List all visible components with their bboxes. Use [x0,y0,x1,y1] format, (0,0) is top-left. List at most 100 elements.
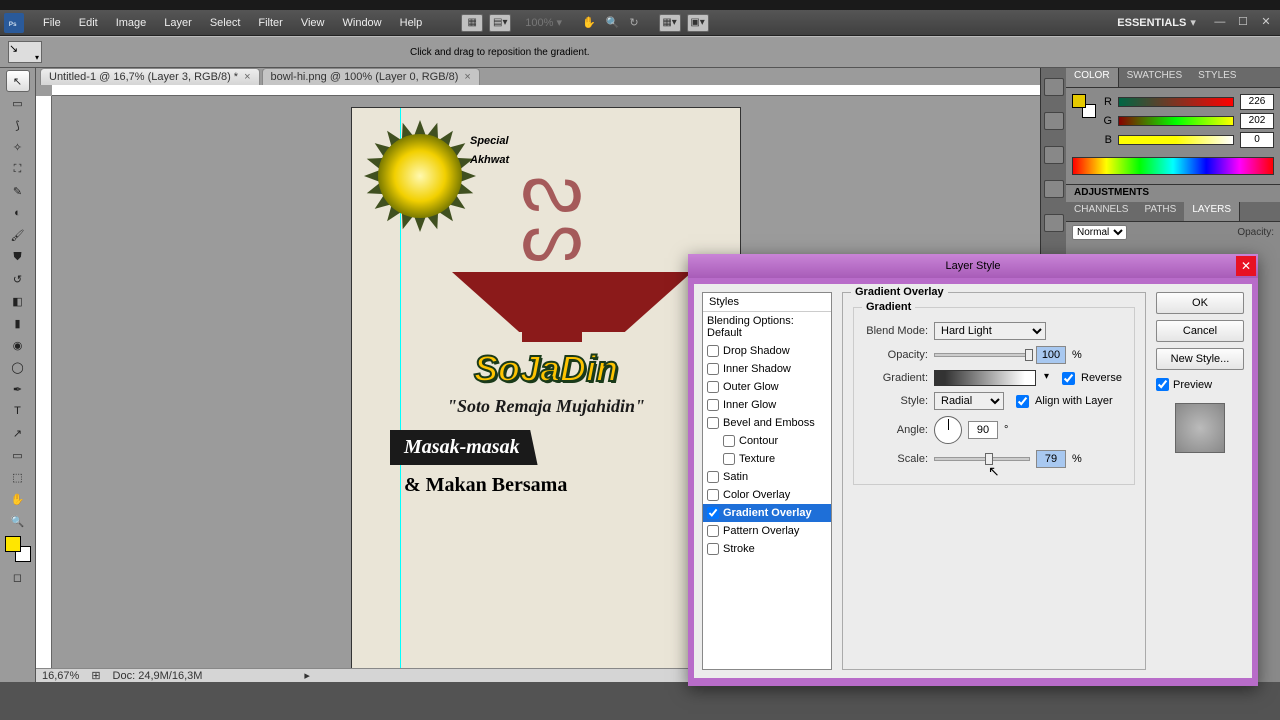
heal-tool[interactable]: ◐ [6,202,30,224]
scale-field[interactable] [1036,450,1066,468]
canvas[interactable]: SpecialAkhwat ᔓᔕ SoJaDin "Soto Remaja Mu… [352,108,740,668]
blur-tool[interactable]: ◉ [6,334,30,356]
eraser-tool[interactable]: ◧ [6,290,30,312]
options-icon-2[interactable]: ▤▾ [489,14,511,32]
document-tab-2[interactable]: bowl-hi.png @ 100% (Layer 0, RGB/8)× [262,68,480,85]
dock-icon[interactable] [1044,78,1064,96]
wand-tool[interactable]: ✧ [6,136,30,158]
blend-mode-select[interactable]: Hard Light [934,322,1046,340]
row-gradient-overlay[interactable]: Gradient Overlay [703,504,831,522]
dock-icon[interactable] [1044,180,1064,198]
path-tool[interactable]: ↗ [6,422,30,444]
crop-tool[interactable]: ⛶ [6,158,30,180]
color-panel: R226 G202 B0 [1066,88,1280,184]
value-r[interactable]: 226 [1240,94,1274,110]
tab-channels[interactable]: CHANNELS [1066,202,1136,221]
value-b[interactable]: 0 [1240,132,1274,148]
row-bevel[interactable]: Bevel and Emboss [703,414,831,432]
tab-styles[interactable]: STYLES [1190,68,1244,87]
pen-tool[interactable]: ✒ [6,378,30,400]
close-icon[interactable]: × [244,71,250,83]
menu-filter[interactable]: Filter [249,17,291,29]
3d-tool[interactable]: ⬚ [6,466,30,488]
menu-window[interactable]: Window [334,17,391,29]
shape-tool[interactable]: ▭ [6,444,30,466]
row-outer-glow[interactable]: Outer Glow [703,378,831,396]
value-g[interactable]: 202 [1240,113,1274,129]
screen-mode-icon[interactable]: ▣▾ [687,14,709,32]
minimize-button[interactable]: — [1213,16,1227,30]
lasso-tool[interactable]: ⟆ [6,114,30,136]
dock-icon[interactable] [1044,112,1064,130]
zoom-tool[interactable]: 🔍 [6,510,30,532]
menu-view[interactable]: View [292,17,334,29]
close-button[interactable]: ✕ [1259,15,1273,29]
adjustments-header[interactable]: ADJUSTMENTS [1066,184,1280,202]
history-brush[interactable]: ↺ [6,268,30,290]
slider-b[interactable] [1118,135,1234,145]
stamp-tool[interactable]: ⛊ [6,246,30,268]
align-checkbox[interactable] [1016,395,1029,408]
row-stroke[interactable]: Stroke [703,540,831,558]
hand-tool[interactable]: ✋ [6,488,30,510]
ok-button[interactable]: OK [1156,292,1244,314]
slider-g[interactable] [1118,116,1234,126]
row-inner-shadow[interactable]: Inner Shadow [703,360,831,378]
tab-paths[interactable]: PATHS [1136,202,1184,221]
tab-swatches[interactable]: SWATCHES [1119,68,1191,87]
dock-icon[interactable] [1044,214,1064,232]
reverse-checkbox[interactable] [1062,372,1075,385]
tab-layers[interactable]: LAYERS [1184,202,1240,221]
maximize-button[interactable]: ☐ [1236,15,1250,29]
quickmask-icon[interactable]: ◻ [6,566,30,588]
angle-dial[interactable] [934,416,962,444]
close-icon[interactable]: × [464,71,470,83]
workspace-switcher[interactable]: ESSENTIALS [1117,17,1186,29]
menu-edit[interactable]: Edit [70,17,107,29]
slider-r[interactable] [1118,97,1234,107]
zoom-level[interactable]: 16,67% [42,670,79,682]
row-texture[interactable]: Texture [703,450,831,468]
dock-icon[interactable] [1044,146,1064,164]
blend-mode-select[interactable]: Normal [1072,225,1127,240]
doc-info: Doc: 24,9M/16,3M [113,670,203,682]
marquee-tool[interactable]: ▭ [6,92,30,114]
gradient-swatch[interactable] [934,370,1036,386]
dodge-tool[interactable]: ◯ [6,356,30,378]
menu-help[interactable]: Help [391,17,432,29]
dialog-title: Layer Style ✕ [688,254,1258,278]
color-swatches[interactable] [5,536,31,562]
tool-preset-picker[interactable]: ↘▾ [8,41,42,63]
gradient-tool[interactable]: ▮ [6,312,30,334]
menu-file[interactable]: File [34,17,70,29]
row-satin[interactable]: Satin [703,468,831,486]
menu-layer[interactable]: Layer [155,17,201,29]
row-drop-shadow[interactable]: Drop Shadow [703,342,831,360]
angle-field[interactable] [968,421,998,439]
row-color-overlay[interactable]: Color Overlay [703,486,831,504]
scale-slider[interactable] [934,457,1030,461]
row-contour[interactable]: Contour [703,432,831,450]
styles-header[interactable]: Styles [703,293,831,312]
arrange-icon[interactable]: ▦▾ [659,14,681,32]
spectrum-picker[interactable] [1072,157,1274,175]
close-icon[interactable]: ✕ [1236,256,1256,276]
menu-select[interactable]: Select [201,17,250,29]
row-blending-default[interactable]: Blending Options: Default [703,312,831,342]
eyedropper-tool[interactable]: ✎ [6,180,30,202]
opacity-field[interactable] [1036,346,1066,364]
options-icon-1[interactable]: ▦ [461,14,483,32]
type-tool[interactable]: T [6,400,30,422]
document-tab-1[interactable]: Untitled-1 @ 16,7% (Layer 3, RGB/8) *× [40,68,260,85]
new-style-button[interactable]: New Style... [1156,348,1244,370]
row-pattern-overlay[interactable]: Pattern Overlay [703,522,831,540]
style-select[interactable]: Radial [934,392,1004,410]
cancel-button[interactable]: Cancel [1156,320,1244,342]
opacity-slider[interactable] [934,353,1030,357]
menu-image[interactable]: Image [107,17,156,29]
row-inner-glow[interactable]: Inner Glow [703,396,831,414]
preview-checkbox[interactable] [1156,378,1169,391]
move-tool[interactable]: ↖ [6,70,30,92]
tab-color[interactable]: COLOR [1066,68,1119,87]
brush-tool[interactable]: 🖌 [6,224,30,246]
